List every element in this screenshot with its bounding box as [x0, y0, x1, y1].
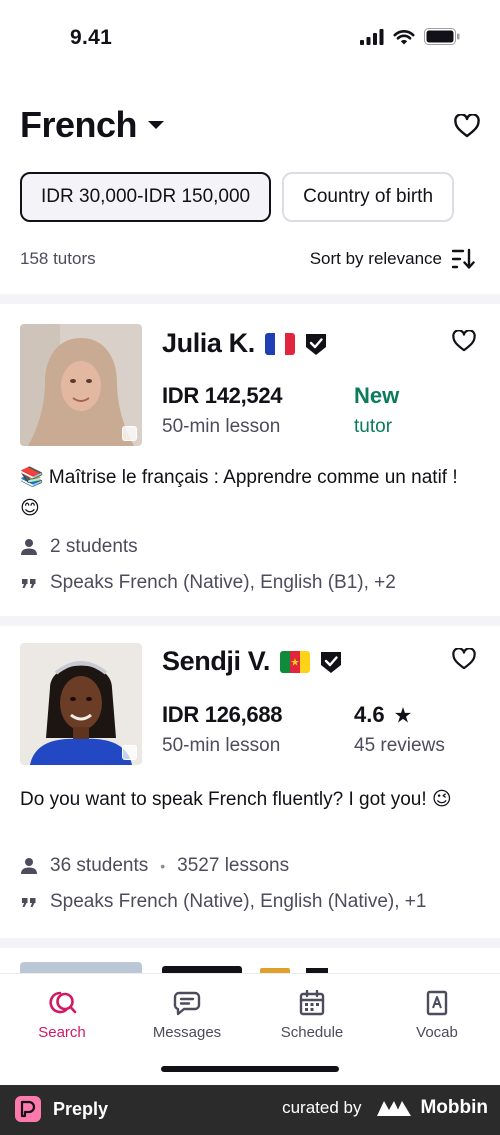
students-row: 2 students: [20, 536, 138, 558]
tutor-name-row: Julia K.: [162, 328, 327, 359]
curator-name: Mobbin: [420, 1097, 488, 1118]
status-icons: [360, 28, 460, 45]
status-time: 9.41: [70, 26, 113, 49]
speech-quote-icon: [22, 898, 36, 907]
language-selector[interactable]: French: [20, 104, 165, 146]
user-icon: [21, 858, 37, 874]
review-count: 45 reviews: [354, 735, 445, 756]
tutor-avatar[interactable]: [20, 324, 142, 446]
lessons-count: 3527 lessons: [177, 855, 290, 876]
tab-vocab-label: Vocab: [416, 1024, 458, 1041]
cellular-signal-icon: [360, 28, 384, 45]
speech-quote-icon: [22, 579, 36, 588]
wifi-icon: [393, 29, 415, 44]
tab-vocab[interactable]: Vocab: [382, 988, 492, 1041]
languages-spoken: Speaks French (Native), English (Native)…: [50, 891, 427, 912]
new-tutor-label: New: [354, 383, 400, 408]
separator-dot: •: [160, 858, 166, 874]
lesson-price: IDR 142,524: [162, 383, 283, 408]
caret-down-icon: [148, 121, 165, 129]
sort-label: Sort by relevance: [309, 249, 442, 268]
tutor-name: Sendji V.: [162, 646, 270, 676]
mobbin-logo-icon: [377, 1101, 412, 1116]
tutor-name: Julia K.: [162, 328, 255, 358]
calendar-icon: [299, 990, 325, 1016]
home-indicator: [161, 1066, 339, 1072]
mobbin-logo: Mobbin: [375, 1097, 488, 1119]
search-icon: [49, 991, 77, 1014]
tutor-card[interactable]: Sendji V. IDR 126,688 50-min lesson 4.6 …: [0, 626, 500, 938]
favorite-heart-icon[interactable]: [452, 648, 476, 670]
tab-messages[interactable]: Messages: [132, 988, 242, 1041]
languages-row: Speaks French (Native), English (Native)…: [20, 891, 426, 913]
rating-value: 4.6: [354, 702, 385, 727]
video-badge-icon: [122, 745, 137, 760]
section-divider: [0, 616, 500, 626]
tutor-name-row: Sendji V.: [162, 646, 342, 677]
lesson-duration: 50-min lesson: [162, 735, 281, 756]
languages-row: Speaks French (Native), English (B1), +2: [20, 572, 396, 594]
students-row: 36 students • 3527 lessons: [20, 855, 289, 877]
preply-logo-icon: [15, 1096, 41, 1122]
user-icon: [21, 539, 37, 555]
verified-badge-icon: [305, 333, 326, 355]
battery-icon: [424, 28, 460, 45]
filter-price[interactable]: IDR 30,000-IDR 150,000: [20, 172, 272, 222]
tab-messages-label: Messages: [152, 1024, 222, 1041]
rating: 4.6: [354, 702, 411, 728]
verified-badge-icon: [320, 651, 341, 673]
languages-spoken: Speaks French (Native), English (B1), +2: [50, 572, 396, 593]
sort-icon: [452, 248, 475, 269]
tutor-card-partial[interactable]: [0, 948, 500, 973]
lesson-duration: 50-min lesson: [162, 416, 281, 437]
tutor-avatar[interactable]: [20, 643, 142, 765]
tab-search[interactable]: Search: [7, 988, 117, 1041]
language-title: French: [20, 104, 138, 145]
tutor-count: 158 tutors: [20, 249, 96, 268]
favorite-heart-icon[interactable]: [452, 330, 476, 352]
star-icon: [394, 707, 411, 723]
section-divider: [0, 294, 500, 304]
tutor-card[interactable]: Julia K. IDR 142,524 50-min lesson New t…: [0, 304, 500, 616]
tutor-name-partial: [162, 966, 242, 973]
france-flag-icon: [264, 332, 295, 355]
curated-by: curated by Mobbin: [282, 1097, 488, 1119]
tutor-avatar-partial: [20, 962, 142, 973]
filter-chips: IDR 30,000-IDR 150,000 Country of birth: [20, 172, 500, 222]
video-badge-icon: [122, 426, 137, 441]
brand-name: Preply: [53, 1098, 109, 1119]
favorites-heart-icon[interactable]: [454, 114, 480, 138]
footer-banner: Preply curated by Mobbin: [0, 1085, 500, 1135]
message-icon: [173, 991, 201, 1016]
header: French: [20, 104, 480, 154]
filter-country-of-birth[interactable]: Country of birth: [282, 172, 455, 222]
tutor-headline: Do you want to speak French fluently? I …: [20, 789, 452, 810]
tab-schedule[interactable]: Schedule: [257, 988, 367, 1041]
lesson-price: IDR 126,688: [162, 702, 283, 727]
vocab-icon: [426, 990, 448, 1016]
tab-search-label: Search: [38, 1024, 86, 1041]
new-tutor-sublabel: tutor: [354, 416, 393, 437]
status-bar: 9.41: [0, 0, 500, 74]
cameroon-flag-icon: [279, 650, 310, 673]
section-divider: [0, 938, 500, 948]
results-meta: 158 tutors Sort by relevance: [20, 246, 476, 272]
tab-schedule-label: Schedule: [280, 1024, 344, 1041]
students-count: 36 students: [50, 855, 149, 876]
students-count: 2 students: [50, 536, 138, 557]
sort-button[interactable]: Sort by relevance: [310, 248, 476, 270]
curated-by-label: curated by: [282, 1098, 362, 1117]
footer-brand: Preply: [15, 1096, 108, 1122]
tutor-headline: 📚 Maîtrise le français : Apprendre comme…: [20, 467, 458, 519]
